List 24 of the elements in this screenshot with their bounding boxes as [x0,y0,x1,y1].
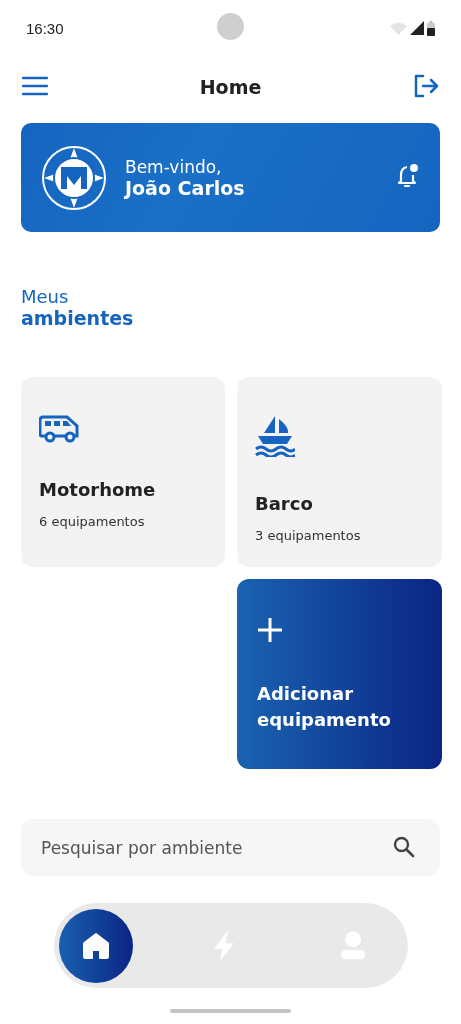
card-title: Motorhome [39,479,157,500]
card-subtitle: 6 equipamentos [39,514,146,529]
section-title: Meus [21,286,70,307]
camera-cutout [217,13,244,40]
nav-tab[interactable] [58,908,133,983]
user-name: João Carlos [125,176,246,199]
environment-card[interactable]: Motorhome 6 equipamentos [21,377,225,567]
section-title: ambientes [21,307,135,329]
status-time: 16:30 [26,19,64,37]
environment-card[interactable]: Barco 3 equipamentos [237,377,442,567]
sailboat-icon [255,415,295,457]
wifi-icon [390,21,407,35]
card-subtitle: 3 equipamentos [255,528,362,543]
van-icon [39,415,81,443]
search-icon [393,836,415,858]
signal-icon [410,21,424,35]
plus-icon [257,617,283,643]
add-equipment-card[interactable]: Adicionar equipamento [237,579,442,769]
search-field[interactable]: Pesquisar por ambiente [21,819,440,876]
compass-logo-icon [41,144,107,211]
page-title: Home [199,76,262,98]
card-title: Barco [255,493,314,514]
battery-icon [427,20,435,36]
greeting-text: Bem-vindo, [125,156,223,177]
